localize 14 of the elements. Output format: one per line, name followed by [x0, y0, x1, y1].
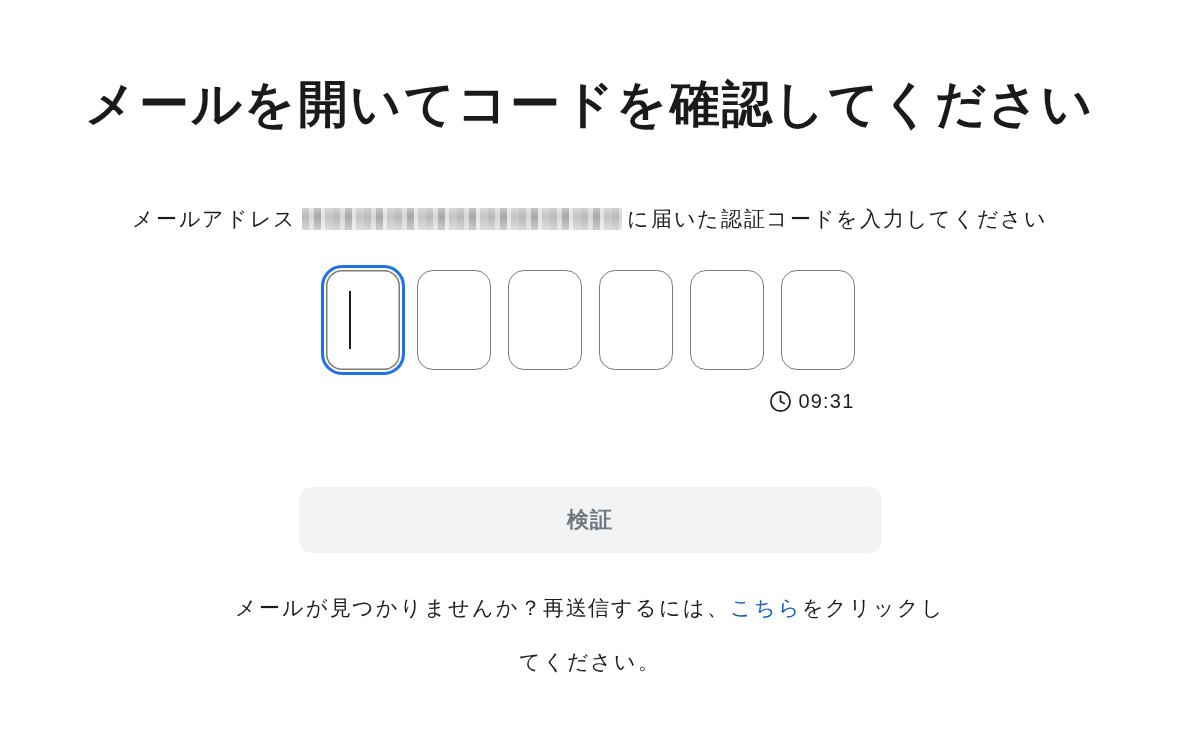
text-cursor-icon — [348, 291, 351, 349]
instruction-text: に届いた認証コードを入力してください — [627, 206, 1048, 233]
code-input-field[interactable] — [416, 270, 491, 370]
resend-link[interactable]: こちら — [729, 596, 802, 620]
countdown-timer: 09:31 — [798, 389, 855, 413]
code-input-field[interactable] — [780, 270, 855, 370]
code-input-field[interactable] — [507, 270, 582, 370]
clock-icon — [769, 389, 793, 413]
resend-prompt-text: メールが見つかりませんか？再送信するには、こちら をクリックしてください。 — [234, 595, 946, 676]
code-input-field[interactable] — [689, 270, 764, 370]
page-title: メールを開いてコードを確認してください — [85, 74, 1095, 135]
code-input-field[interactable] — [598, 270, 673, 370]
instruction-text: メールアドレス — [132, 206, 298, 233]
code-input-field[interactable] — [320, 265, 405, 375]
